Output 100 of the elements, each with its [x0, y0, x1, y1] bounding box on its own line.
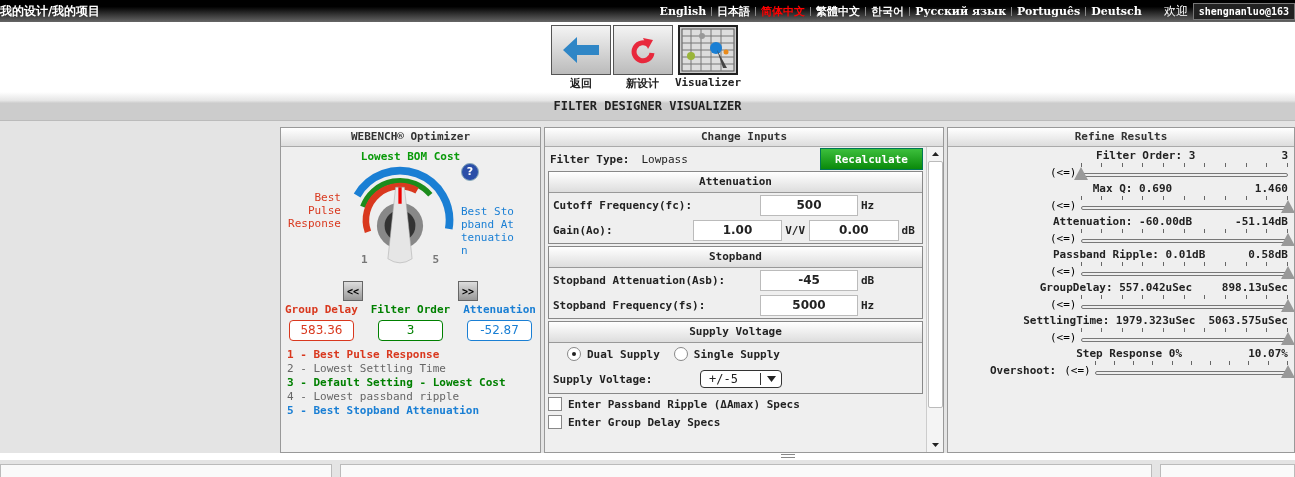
input-field[interactable]: 500 [760, 195, 858, 216]
slider-thumb[interactable] [1281, 365, 1295, 378]
reset-button[interactable]: (<=) [1050, 165, 1077, 179]
dial-max-label: 5 [432, 253, 439, 266]
next-button[interactable]: >> [458, 281, 478, 301]
resize-handle[interactable] [780, 454, 795, 458]
slider-label: Attenuation: -60.00dB [1052, 215, 1193, 228]
welcome-text: 欢迎 [1163, 2, 1188, 20]
input-field[interactable]: 1.00 [692, 220, 783, 241]
new-design-button[interactable] [612, 25, 673, 75]
filter-type-label: Filter Type: [550, 152, 630, 166]
visualizer-button[interactable] [678, 25, 738, 75]
dial-label: Lowest BOM Cost [360, 150, 461, 163]
reset-button[interactable]: (<=) [1050, 231, 1077, 245]
language-link[interactable]: 한국어 [871, 3, 905, 19]
dial-label: Best Pulse Response [287, 191, 342, 230]
language-link[interactable]: 日本語 [717, 3, 751, 19]
slider-label: GroupDelay: 557.042uSec [1039, 281, 1193, 294]
back-button[interactable] [550, 25, 611, 75]
checkbox-label[interactable]: Enter Passband Ripple (ΔAmax) Specs [568, 397, 800, 411]
language-link[interactable]: Deutsch [1091, 4, 1142, 18]
input-field[interactable]: 0.00 [809, 220, 899, 241]
metric-label: Group Delay [285, 303, 358, 316]
metric-field: 3 [378, 320, 443, 341]
radio-button[interactable] [673, 347, 688, 361]
scrollbar[interactable] [926, 147, 943, 452]
legend-item: 5 - Best Stopband Attenuation [287, 404, 481, 418]
slider-label: Max Q: 0.690 [1092, 182, 1173, 195]
slider-label: SettlingTime: 1979.323uSec [1023, 314, 1196, 327]
toolbar-label: 新设计 [626, 76, 660, 91]
chart-grid-icon [681, 28, 735, 72]
reset-button[interactable]: (<=) [1050, 198, 1077, 212]
refresh-icon [629, 36, 656, 64]
breadcrumb-link[interactable]: 我的设计/我的项目 [0, 2, 101, 20]
checkbox[interactable] [548, 397, 562, 411]
language-link[interactable]: Português [1017, 4, 1081, 18]
checkbox[interactable] [548, 415, 562, 429]
panel-header: Change Inputs [545, 128, 943, 147]
language-link[interactable]: English [659, 4, 707, 18]
checkbox-label[interactable]: Enter Group Delay Specs [568, 415, 721, 429]
slider-label: Overshoot: [990, 363, 1057, 377]
page-title: FILTER DESIGNER VISUALIZER [553, 99, 742, 113]
slider-max-label: 0.58dB [1248, 248, 1288, 261]
field-label: Stopband Attenuation(Asb): [553, 274, 727, 287]
previous-button[interactable]: << [343, 281, 363, 301]
group-header: Stopband [549, 247, 922, 268]
language-link[interactable]: Русский язык [915, 4, 1007, 18]
input-field[interactable]: -45 [760, 270, 858, 291]
metric-label: Attenuation [463, 303, 536, 316]
metric-field: -52.87 [467, 320, 533, 341]
unit-label: dB [861, 274, 876, 287]
field-label: Gain(Ao): [553, 224, 614, 237]
slider-thumb[interactable] [1281, 332, 1295, 345]
radio-label[interactable]: Single Supply [693, 347, 780, 361]
reset-button[interactable]: (<=) [1050, 297, 1077, 311]
scroll-down-icon[interactable] [931, 443, 939, 447]
legend-item: 4 - Lowest passband ripple [287, 390, 461, 404]
reset-button[interactable]: (<=) [1050, 330, 1077, 344]
toolbar-label: 返回 [569, 76, 592, 91]
dial-label: Best Stopband Attenuation [461, 205, 515, 257]
metric-field: 583.36 [288, 320, 354, 341]
group-header: Attenuation [549, 172, 922, 193]
slider-label: Step Response 0% [1076, 347, 1183, 360]
field-label: Supply Voltage: [553, 372, 654, 386]
slider-thumb[interactable] [1281, 266, 1295, 279]
reset-button[interactable]: (<=) [1064, 363, 1091, 377]
reset-button[interactable]: (<=) [1050, 264, 1077, 278]
unit-label: Hz [861, 199, 876, 212]
legend-item: 1 - Best Pulse Response [287, 348, 441, 362]
slider-max-label: 10.07% [1248, 347, 1288, 360]
slider-max-label: 3 [1281, 149, 1288, 162]
toolbar-label: Visualizer [674, 76, 742, 89]
language-link[interactable]: 繁體中文 [816, 3, 861, 19]
scroll-up-icon[interactable] [931, 152, 939, 156]
voltage-dropdown[interactable]: +/-5 [700, 370, 782, 388]
group-header: Supply Voltage [549, 322, 922, 343]
language-link[interactable]: 简体中文 [761, 3, 806, 19]
panel-header: Refine Results [948, 128, 1294, 147]
radio-button[interactable] [567, 347, 581, 361]
metric-label: Filter Order [370, 303, 451, 316]
slider-max-label: -51.14dB [1235, 215, 1288, 228]
unit-label: Hz [861, 299, 876, 312]
field-label: Stopband Frequency(fs): [553, 299, 707, 312]
left-arrow-icon [562, 37, 599, 63]
slider-thumb[interactable] [1281, 200, 1295, 213]
radio-label[interactable]: Dual Supply [587, 347, 660, 361]
slider-thumb[interactable] [1281, 233, 1295, 246]
slider-max-label: 1.460 [1254, 182, 1288, 195]
slider-max-label: 898.13uSec [1221, 281, 1288, 294]
legend-item: 2 - Lowest Settling Time [287, 362, 447, 376]
slider-label: Passband Ripple: 0.01dB [1052, 248, 1206, 261]
panel-header: WEBENCH® Optimizer [281, 128, 540, 147]
caret-icon [767, 376, 776, 382]
slider-label: Filter Order: 3 [1096, 149, 1196, 162]
slider-thumb[interactable] [1073, 167, 1088, 180]
slider-thumb[interactable] [1281, 299, 1295, 312]
help-button[interactable]: ? [461, 163, 479, 181]
filter-type-value: Lowpass [641, 152, 688, 166]
input-field[interactable]: 5000 [760, 295, 858, 316]
dial-min-label: 1 [361, 253, 368, 266]
